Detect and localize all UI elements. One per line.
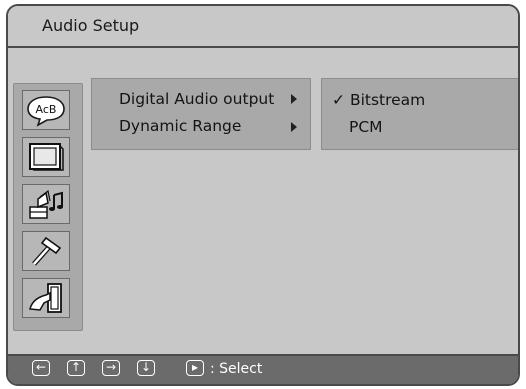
down-arrow-icon: ↓: [137, 360, 155, 376]
play-icon: ▸: [186, 360, 204, 376]
exit-door-icon: [29, 283, 62, 313]
subtitle-abc-icon: AcB: [27, 96, 65, 127]
audio-setup-window: Audio Setup AcB Digital Audio output Dyn…: [6, 4, 520, 386]
title-bar: Audio Setup: [8, 6, 518, 48]
gramophone-music-icon: [29, 189, 63, 219]
menu-item-label: Dynamic Range: [119, 117, 242, 135]
option-label: PCM: [349, 118, 383, 136]
window-title: Audio Setup: [42, 16, 140, 35]
chevron-right-icon: [291, 122, 297, 132]
check-icon: ✓: [332, 91, 345, 109]
menu-item-label: Digital Audio output: [119, 90, 275, 108]
option-label: Bitstream: [349, 91, 426, 109]
bottom-bar: ← ↑ → ↓ ▸ : Select: [8, 354, 518, 384]
subtitle-icon-text: AcB: [36, 103, 57, 116]
up-arrow-icon: ↑: [67, 360, 85, 376]
sidebar-item-exit[interactable]: [22, 278, 70, 318]
digital-audio-output-submenu: ✓ Bitstream PCM: [321, 78, 518, 150]
chevron-right-icon: [291, 94, 297, 104]
sidebar-item-video[interactable]: [22, 137, 70, 177]
audio-settings-menu: Digital Audio output Dynamic Range: [91, 78, 311, 150]
hammer-tool-icon: [32, 236, 62, 266]
content-area: AcB Digital Audio output Dynamic Range ✓…: [8, 48, 518, 356]
left-arrow-icon: ←: [32, 360, 50, 376]
sidebar-item-subtitle[interactable]: AcB: [22, 90, 70, 130]
sidebar: AcB: [13, 83, 83, 331]
select-hint: : Select: [210, 361, 263, 377]
tv-screen-icon: [29, 143, 64, 171]
sidebar-item-preferences[interactable]: [22, 231, 70, 271]
sidebar-item-audio[interactable]: [22, 184, 70, 224]
right-arrow-icon: →: [102, 360, 120, 376]
